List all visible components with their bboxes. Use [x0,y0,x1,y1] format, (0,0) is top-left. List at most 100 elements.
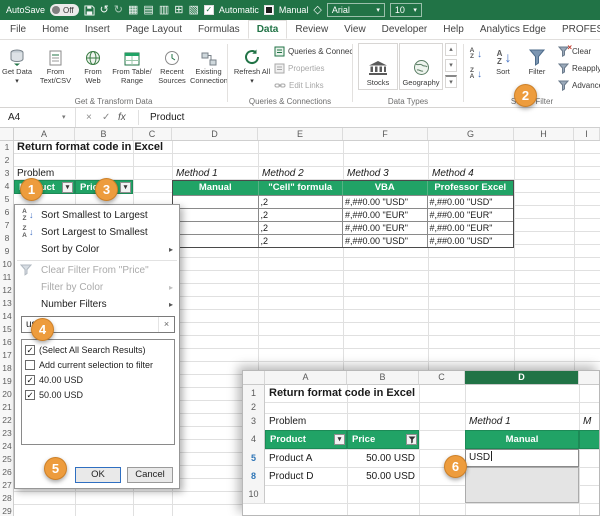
name-box-arrow-icon[interactable]: ▾ [62,108,66,127]
row-header-19[interactable]: 19 [0,375,14,388]
tab-file[interactable]: File [2,20,34,39]
save-icon[interactable] [84,4,95,16]
automatic-checkbox[interactable]: ✓ [203,5,214,15]
tab-analytics-edge[interactable]: Analytics Edge [472,20,554,39]
column-header-g[interactable]: G [428,128,514,140]
column-header-b[interactable]: B [75,128,133,140]
row-header-21[interactable]: 21 [0,401,14,414]
row-header-2[interactable]: 2 [0,154,14,167]
tab-page-layout[interactable]: Page Layout [118,20,190,39]
tab-professor-excel[interactable]: PROFESSOR EX [554,20,600,39]
row-header-17[interactable]: 17 [0,349,14,362]
cell-format[interactable]: #,##0.00 "USD" [343,196,428,208]
row-header-18[interactable]: 18 [0,362,14,375]
checkbox-icon[interactable] [25,359,35,370]
cell-manual[interactable] [173,196,259,208]
cancel-icon[interactable]: × [86,108,92,127]
column-header-d[interactable]: D [172,128,258,140]
advanced-filter-button[interactable]: Advanced [558,80,600,91]
formula-input[interactable]: Product [150,108,184,127]
cell-format[interactable]: #,##0.00 "EUR" [343,222,428,234]
font-size-select[interactable]: 10 ▾ [389,3,422,17]
checkbox-icon[interactable] [25,374,35,385]
qat-table-icon[interactable]: ▤ [143,4,153,16]
font-name-select[interactable]: Arial ▾ [326,3,385,17]
row-header-11[interactable]: 11 [0,271,14,284]
tab-review[interactable]: Review [287,20,336,39]
get-data-button[interactable]: Get Data ▾ [0,42,34,94]
clear-search-icon[interactable]: × [158,317,174,332]
filter-dropdown-icon[interactable]: ▾ [62,181,73,193]
column-header-e[interactable]: E [258,128,343,140]
filter-option[interactable]: (Select All Search Results) [25,342,146,357]
cancel-button[interactable]: Cancel [127,467,173,483]
queries-connections-button[interactable]: Queries & Connections [274,46,352,57]
row-header-28[interactable]: 28 [0,492,14,505]
cell-format[interactable]: #,##0.00 "EUR" [428,222,514,234]
column-header-h[interactable]: H [514,128,574,140]
edit-links-button[interactable]: Edit Links [274,80,324,91]
cell-format[interactable]: ,2 [259,209,343,221]
row-header-22[interactable]: 22 [0,414,14,427]
redo-icon[interactable]: ↻ [114,4,123,16]
from-web-button[interactable]: From Web [77,42,109,94]
row-header-10[interactable]: 10 [0,258,14,271]
from-text-csv-button[interactable]: From Text/CSV [35,42,76,94]
tab-data[interactable]: Data [247,20,288,39]
row-header-23[interactable]: 23 [0,427,14,440]
overlay-product-header[interactable]: Product ▾ [265,430,347,449]
sort-button[interactable]: A Z ↓ Sort [488,42,518,94]
gallery-up-icon[interactable]: ▴ [445,43,457,56]
autosave-toggle[interactable]: Off [50,4,79,16]
cell-format[interactable]: ,2 [259,196,343,208]
row-header-16[interactable]: 16 [0,336,14,349]
from-table-range-button[interactable]: From Table/ Range [110,42,154,94]
existing-connections-button[interactable]: Existing Connections [190,42,227,94]
filter-option[interactable]: Add current selection to filter [25,357,153,372]
cell-format[interactable]: #,##0.00 "USD" [428,235,514,247]
manual-checkbox[interactable] [263,5,274,15]
row-header-9[interactable]: 9 [0,245,14,258]
stocks-button[interactable]: Stocks [358,43,398,90]
row-header-24[interactable]: 24 [0,440,14,453]
filter-applied-icon[interactable] [406,434,417,445]
gallery-down-icon[interactable]: ▾ [445,59,457,72]
row-header-7[interactable]: 7 [0,219,14,232]
menu-sort-by-color[interactable]: Sort by Color ▸ [15,241,179,258]
tab-home[interactable]: Home [34,20,77,39]
cell-manual[interactable] [173,222,259,234]
geography-button[interactable]: Geography [399,43,443,90]
cell-manual[interactable] [173,235,259,247]
qat-diamond-icon[interactable]: ◇ [313,4,321,16]
tab-help[interactable]: Help [435,20,472,39]
row-header-12[interactable]: 12 [0,284,14,297]
enter-icon[interactable]: ✓ [102,108,110,127]
row-header-1[interactable]: 1 [0,141,14,154]
gallery-more-icon[interactable]: ▾ [445,75,457,88]
cell-format[interactable]: #,##0.00 "EUR" [428,209,514,221]
cell-manual[interactable] [173,209,259,221]
sort-descending-button[interactable]: Z A ↓ [467,66,483,82]
row-header-13[interactable]: 13 [0,297,14,310]
properties-button[interactable]: Properties [274,63,324,74]
cell-format[interactable]: #,##0.00 "EUR" [343,209,428,221]
row-header-20[interactable]: 20 [0,388,14,401]
row-header-15[interactable]: 15 [0,323,14,336]
fx-icon[interactable]: fx [118,108,126,127]
menu-sort-largest[interactable]: Z A ↓ Sort Largest to Smallest [15,224,179,241]
menu-sort-smallest[interactable]: A Z ↓ Sort Smallest to Largest [15,207,179,224]
menu-number-filters[interactable]: Number Filters ▸ [15,296,179,313]
tab-insert[interactable]: Insert [77,20,118,39]
tab-formulas[interactable]: Formulas [190,20,248,39]
tab-developer[interactable]: Developer [374,20,436,39]
reapply-button[interactable]: Reapply [558,63,600,74]
refresh-all-button[interactable]: Refresh All ▾ [232,42,272,94]
cell-format[interactable]: ,2 [259,222,343,234]
column-header-c[interactable]: C [133,128,172,140]
checkbox-icon[interactable] [25,344,35,355]
cell-format[interactable]: ,2 [259,235,343,247]
qat-grid-icon[interactable]: ▦ [128,4,138,16]
select-all-corner[interactable] [0,128,14,140]
filter-option[interactable]: 50.00 USD [25,387,83,402]
sort-ascending-button[interactable]: A Z ↓ [467,46,483,62]
